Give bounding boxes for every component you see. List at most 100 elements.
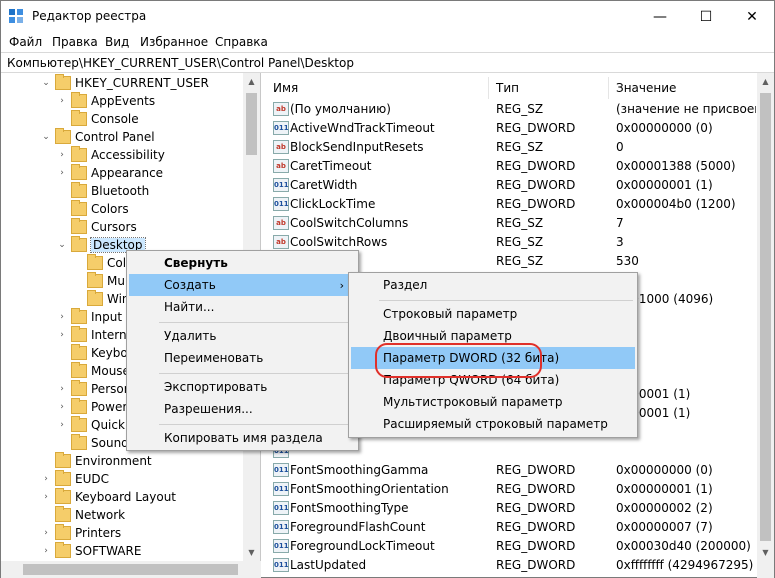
tree-node[interactable]: ⌄ HKEY_CURRENT_USER — [41, 74, 209, 92]
tree-node[interactable]: › Printers — [41, 524, 121, 542]
menu-file[interactable]: Файл — [9, 35, 42, 49]
tree-node[interactable]: Environment — [41, 452, 152, 470]
value-row[interactable]: ab CoolSwitchColumns REG_SZ 7 — [266, 214, 756, 233]
value-row[interactable]: 011 LastUpdated REG_DWORD 0xffffffff (42949… — [266, 556, 756, 575]
binary-value-icon: 011 — [273, 178, 289, 192]
menu-item-export[interactable]: Экспортировать — [129, 376, 356, 398]
scroll-down-icon[interactable]: ▼ — [243, 544, 260, 561]
scroll-thumb[interactable] — [246, 93, 257, 155]
menu-favorites[interactable]: Избранное — [140, 35, 208, 49]
tree-node[interactable]: Bluetooth — [57, 182, 149, 200]
tree-node[interactable]: › Keyboard Layout — [41, 488, 176, 506]
list-vertical-scrollbar[interactable]: ▲ ▼ — [757, 73, 774, 561]
folder-icon — [71, 182, 87, 198]
tree-node[interactable]: Colors — [57, 200, 129, 218]
folder-icon — [71, 326, 87, 342]
submenu-item-expandable-string-value[interactable]: Расширяемый строковый параметр — [351, 413, 635, 435]
chevron-right-icon[interactable]: › — [57, 168, 67, 178]
tree-node[interactable]: Mouse — [57, 362, 130, 380]
tree-node-label: Keyboard Layout — [75, 490, 177, 504]
folder-icon — [71, 218, 87, 234]
chevron-right-icon[interactable]: › — [41, 474, 51, 484]
submenu-item-multi-string-value[interactable]: Мультистроковый параметр — [351, 391, 635, 413]
close-button[interactable]: ✕ — [729, 1, 775, 32]
folder-icon — [87, 272, 103, 288]
column-type[interactable]: Тип — [489, 77, 609, 99]
chevron-right-icon[interactable]: › — [41, 546, 51, 556]
value-row[interactable]: ab BlockSendInputResets REG_SZ 0 — [266, 138, 756, 157]
chevron-right-icon[interactable]: › — [57, 384, 67, 394]
tree-node[interactable]: › Accessibility — [57, 146, 165, 164]
address-bar[interactable]: Компьютер\HKEY_CURRENT_USER\Control Pane… — [1, 52, 774, 73]
submenu-item-key[interactable]: Раздел — [351, 274, 635, 296]
tree-node-label: HKEY_CURRENT_USER — [75, 76, 209, 90]
value-row[interactable]: ab CaretTimeout REG_DWORD 0x00001388 (5000) — [266, 157, 756, 176]
value-data: 0x00030d40 (200000) — [616, 539, 751, 553]
tree-node[interactable]: › AppEvents — [57, 92, 155, 110]
chevron-right-icon[interactable]: › — [57, 402, 67, 412]
chevron-right-icon[interactable]: › — [57, 330, 67, 340]
menu-item-collapse[interactable]: Свернуть — [129, 252, 356, 274]
menu-edit[interactable]: Правка — [52, 35, 98, 49]
scroll-up-icon[interactable]: ▲ — [757, 73, 774, 90]
value-data: 0xffffffff (4294967295) — [616, 558, 754, 572]
tree-node[interactable]: Console — [57, 110, 139, 128]
value-row[interactable]: 011 ActiveWndTrackTimeout REG_DWORD 0x00000… — [266, 119, 756, 138]
value-row[interactable]: 011 FontSmoothingGamma REG_DWORD 0x00000000… — [266, 461, 756, 480]
chevron-right-icon[interactable]: › — [57, 96, 67, 106]
menu-item-delete[interactable]: Удалить — [129, 325, 356, 347]
value-row[interactable]: 011 ClickLockTime REG_DWORD 0x000004b0 (120… — [266, 195, 756, 214]
tree-node-label: Colors — [91, 202, 129, 216]
chevron-down-icon[interactable]: ⌄ — [41, 132, 51, 142]
chevron-right-icon[interactable]: › — [41, 492, 51, 502]
menu-item-find[interactable]: Найти... — [129, 296, 356, 318]
scroll-thumb[interactable] — [760, 93, 771, 541]
tree-node[interactable]: Sound — [57, 434, 129, 452]
folder-icon — [87, 290, 103, 306]
chevron-right-icon[interactable]: › — [57, 420, 67, 430]
tree-node-label: Cursors — [91, 220, 137, 234]
value-row[interactable]: 011 FontSmoothingType REG_DWORD 0x00000002 … — [266, 499, 756, 518]
submenu-item-string-value[interactable]: Строковый параметр — [351, 303, 635, 325]
menu-help[interactable]: Справка — [215, 35, 268, 49]
column-value[interactable]: Значение — [609, 77, 756, 99]
column-name[interactable]: Имя — [266, 77, 489, 99]
chevron-down-icon[interactable]: ⌄ — [57, 240, 67, 250]
tree-node[interactable]: ⌄ Control Panel — [41, 128, 155, 146]
value-name: (По умолчанию) — [290, 102, 391, 116]
tree-node[interactable]: › Appearance — [57, 164, 163, 182]
value-name: CoolSwitchRows — [290, 235, 388, 249]
value-row[interactable]: 011 ForegroundLockTimeout REG_DWORD 0x00030… — [266, 537, 756, 556]
value-type: REG_DWORD — [496, 159, 576, 173]
tree-horizontal-scrollbar[interactable] — [1, 561, 261, 578]
menu-view[interactable]: Вид — [105, 35, 129, 49]
menu-item-create[interactable]: Создать › — [129, 274, 356, 296]
minimize-button[interactable]: — — [637, 1, 683, 32]
menu-separator — [159, 373, 354, 374]
tree-node[interactable]: Network — [41, 506, 125, 524]
scroll-down-icon[interactable]: ▼ — [757, 544, 774, 561]
maximize-button[interactable]: ☐ — [683, 1, 729, 32]
chevron-right-icon[interactable]: › — [57, 312, 67, 322]
value-row[interactable]: 011 CaretWidth REG_DWORD 0x00000001 (1) — [266, 176, 756, 195]
tree-node[interactable]: › SOFTWARE — [41, 542, 141, 560]
value-row[interactable]: 011 FontSmoothingOrientation REG_DWORD 0x00… — [266, 480, 756, 499]
tree-node[interactable]: › EUDC — [41, 470, 109, 488]
tree-node[interactable]: Cursors — [57, 218, 137, 236]
value-name: BlockSendInputResets — [290, 140, 424, 154]
folder-icon — [71, 398, 87, 414]
folder-icon — [55, 506, 71, 522]
hscroll-thumb[interactable] — [23, 564, 238, 575]
chevron-down-icon[interactable]: ⌄ — [41, 78, 51, 88]
value-row[interactable]: ab (По умолчанию) REG_SZ (значение не присв… — [266, 100, 756, 119]
value-name: ForegroundLockTimeout — [290, 539, 435, 553]
menu-item-copy-key-name[interactable]: Копировать имя раздела — [129, 427, 356, 449]
value-row[interactable]: 011 ForegroundFlashCount REG_DWORD 0x000000… — [266, 518, 756, 537]
scroll-up-icon[interactable]: ▲ — [243, 73, 260, 90]
chevron-right-icon[interactable]: › — [57, 150, 67, 160]
chevron-right-icon[interactable]: › — [41, 528, 51, 538]
value-name: CaretWidth — [290, 178, 358, 192]
value-name: CoolSwitchColumns — [290, 216, 409, 230]
menu-item-permissions[interactable]: Разрешения... — [129, 398, 356, 420]
menu-item-rename[interactable]: Переименовать — [129, 347, 356, 369]
